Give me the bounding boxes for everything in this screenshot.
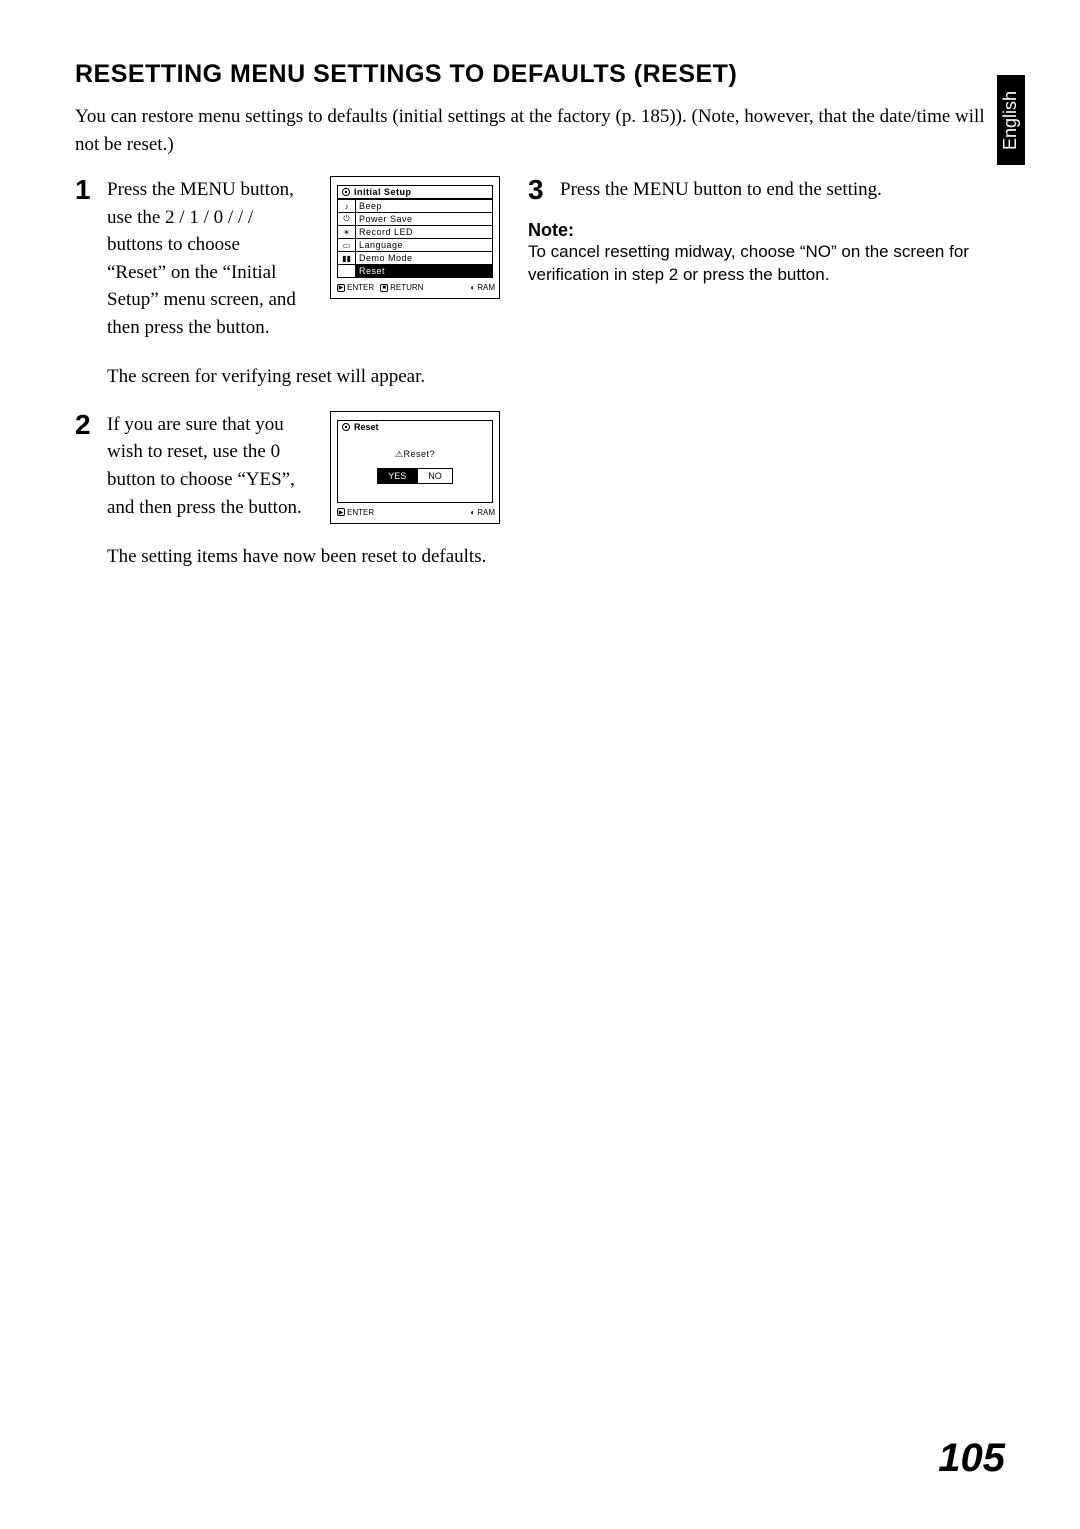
step-number: 3	[528, 176, 550, 204]
screen1-title-text: Initial Setup	[354, 187, 412, 197]
menu-item: Language	[356, 238, 492, 251]
enter-icon: ▶	[337, 284, 345, 292]
step-2-row: 2 If you are sure that you wish to reset…	[75, 411, 500, 533]
step-2-body: If you are sure that you wish to reset, …	[107, 411, 315, 521]
reset-prompt: ⚠Reset?	[338, 449, 492, 460]
menu-item: Demo Mode	[356, 251, 492, 264]
initial-setup-screen: Initial Setup ♪Beep ⏻Power Save ☀Record …	[330, 176, 500, 299]
step-3: 3 Press the MENU button to end the setti…	[528, 176, 1005, 204]
language-label: English	[1001, 90, 1022, 149]
step-2: 2 If you are sure that you wish to reset…	[75, 411, 315, 521]
footer-enter: ENTER	[347, 283, 374, 292]
note-text: To cancel resetting midway, choose “NO” …	[528, 241, 1005, 287]
beep-icon: ♪	[338, 199, 356, 212]
left-column: 1 Press the MENU button, use the 2 / 1 /…	[75, 176, 500, 591]
step-1: 1 Press the MENU button, use the 2 / 1 /…	[75, 176, 315, 341]
screen2-title-text: Reset	[354, 422, 379, 432]
screen-footer: ▶ENTER ◐RAM	[331, 506, 499, 523]
step-2-followup: The setting items have now been reset to…	[107, 543, 500, 571]
reset-confirm-screen: Reset ⚠Reset? YES NO	[330, 411, 500, 524]
reset-icon	[338, 264, 356, 277]
warning-icon: ⚠	[395, 449, 404, 459]
power-icon: ⏻	[338, 212, 356, 225]
footer-ram: RAM	[477, 508, 495, 517]
gear-icon	[341, 187, 351, 197]
return-icon: ■	[380, 284, 388, 292]
ram-icon: ◐	[470, 508, 475, 517]
right-column: 3 Press the MENU button to end the setti…	[528, 176, 1005, 591]
enter-icon: ▶	[337, 508, 345, 516]
step-number: 1	[75, 176, 97, 204]
step-text: Press the MENU button to end the setting…	[560, 176, 1005, 204]
gear-icon	[341, 422, 351, 432]
footer-enter: ENTER	[347, 508, 374, 517]
menu-item: Beep	[356, 199, 492, 212]
yes-option: YES	[377, 468, 417, 484]
language-tab: English	[997, 75, 1025, 165]
yes-no-group: YES NO	[338, 468, 492, 484]
step-text: Press the MENU button, use the 2 / 1 / 0…	[107, 176, 315, 341]
language-icon: ▭	[338, 238, 356, 251]
screen-footer: ▶ENTER ■RETURN ◐RAM	[331, 281, 499, 298]
menu-item-selected: Reset	[356, 264, 492, 277]
no-option: NO	[417, 468, 453, 484]
reset-prompt-text: Reset?	[404, 449, 436, 459]
page-title: RESETTING MENU SETTINGS TO DEFAULTS (RES…	[75, 60, 1005, 89]
step-1-followup: The screen for verifying reset will appe…	[107, 363, 500, 391]
page: English RESETTING MENU SETTINGS TO DEFAU…	[0, 0, 1080, 1529]
step-1-body: Press the MENU button, use the 2 / 1 / 0…	[107, 176, 302, 341]
note-label: Note:	[528, 220, 1005, 241]
led-icon: ☀	[338, 225, 356, 238]
screen2-title: Reset	[338, 421, 492, 433]
footer-ram: RAM	[477, 283, 495, 292]
ram-icon: ◐	[470, 283, 475, 292]
screen-title: Initial Setup	[338, 186, 492, 199]
menu-item: Record LED	[356, 225, 492, 238]
page-number: 105	[938, 1436, 1005, 1481]
step-1-row: 1 Press the MENU button, use the 2 / 1 /…	[75, 176, 500, 353]
step-text: If you are sure that you wish to reset, …	[107, 411, 315, 521]
step-number: 2	[75, 411, 97, 439]
content-columns: 1 Press the MENU button, use the 2 / 1 /…	[75, 176, 1005, 591]
intro-text: You can restore menu settings to default…	[75, 103, 1005, 158]
footer-return: RETURN	[390, 283, 423, 292]
menu-item: Power Save	[356, 212, 492, 225]
demo-icon: ▮▮	[338, 251, 356, 264]
